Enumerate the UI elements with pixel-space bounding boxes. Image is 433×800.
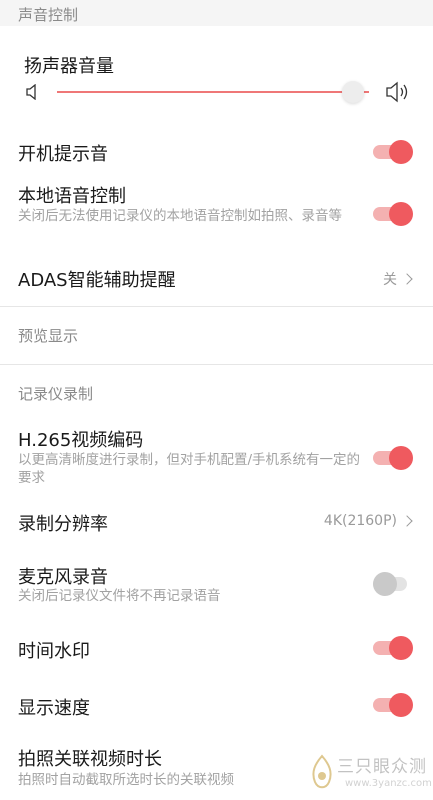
show-speed-toggle[interactable] [373,693,413,717]
volume-slider-knob[interactable] [342,81,365,103]
mic-title: 麦克风录音 [18,567,108,588]
chevron-right-icon [401,273,413,285]
boot-sound-toggle[interactable] [373,140,413,164]
resolution-value-text: 4K(2160P) [323,513,397,529]
time-watermark-toggle[interactable] [373,636,413,660]
boot-sound-title: 开机提示音 [18,144,108,165]
volume-high-icon [386,81,408,103]
brand-name: 三只眼众测 [337,757,427,777]
brand-watermark: 三只眼众测 www.3yanzc.com [307,750,432,796]
volume-slider-track[interactable] [57,91,369,93]
resolution-value[interactable]: 4K(2160P) [324,513,413,529]
local-voice-desc: 关闭后无法使用记录仪的本地语音控制如拍照、录音等 [18,208,342,224]
show-speed-title: 显示速度 [18,698,90,719]
time-watermark-title: 时间水印 [18,641,90,662]
h265-toggle[interactable] [373,446,413,470]
chevron-right-icon [401,515,413,527]
h265-title: H.265视频编码 [18,430,144,451]
section-title-preview[interactable]: 预览显示 [18,325,78,346]
section-title-recorder: 记录仪录制 [18,385,94,403]
local-voice-toggle[interactable] [373,202,413,226]
adas-value[interactable]: 关 [383,269,413,289]
h265-desc: 以更高清晰度进行录制，但对手机配置/手机系统有一定的要求 [18,452,361,486]
speaker-volume-title: 扬声器音量 [24,56,114,77]
section-header-sound: 声音控制 [0,0,433,26]
divider [0,306,433,307]
resolution-title[interactable]: 录制分辨率 [18,510,108,536]
local-voice-title: 本地语音控制 [18,186,126,207]
adas-value-text: 关 [383,272,397,288]
photo-video-title[interactable]: 拍照关联视频时长 [18,745,162,771]
section-title-sound: 声音控制 [18,6,79,24]
brand-url: www.3yanzc.com [345,778,432,789]
adas-title[interactable]: ADAS智能辅助提醒 [18,266,176,292]
divider [0,364,433,365]
brand-logo-icon [312,754,332,789]
volume-low-icon [26,84,36,100]
mic-desc: 关闭后记录仪文件将不再记录语音 [18,588,221,604]
mic-toggle[interactable] [373,572,413,596]
